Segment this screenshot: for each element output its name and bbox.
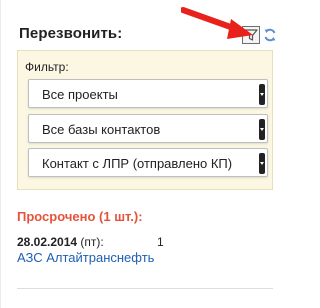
project-select-value: Все проекты bbox=[42, 87, 118, 102]
task-date: 28.02.2014 bbox=[17, 235, 78, 249]
chevron-down-icon bbox=[259, 153, 265, 174]
callback-widget: Перезвонить: Фильтр: Все проекты Все баз… bbox=[0, 0, 284, 308]
widget-title: Перезвонить: bbox=[19, 25, 123, 42]
contact-base-select-value: Все базы контактов bbox=[42, 122, 161, 137]
divider bbox=[17, 288, 273, 289]
refresh-button[interactable] bbox=[263, 27, 277, 43]
filter-label: Фильтр: bbox=[25, 60, 69, 74]
task-weekday: (пт): bbox=[77, 235, 104, 249]
project-select[interactable]: Все проекты bbox=[28, 79, 268, 108]
filter-panel: Фильтр: Все проекты Все базы контактов К… bbox=[17, 50, 273, 190]
chevron-down-icon bbox=[259, 119, 265, 140]
task-count: 1 bbox=[157, 235, 164, 249]
contact-status-select-value: Контакт с ЛПР (отправлено КП) bbox=[42, 156, 233, 171]
task-company-link[interactable]: АЗС Алтайтранснефть bbox=[17, 250, 154, 265]
contact-status-select[interactable]: Контакт с ЛПР (отправлено КП) bbox=[28, 148, 268, 177]
contact-base-select[interactable]: Все базы контактов bbox=[28, 114, 268, 143]
refresh-icon bbox=[263, 27, 277, 43]
chevron-down-icon bbox=[259, 84, 265, 105]
task-date-line: 28.02.2014 (пт): bbox=[17, 235, 104, 249]
red-arrow-annotation bbox=[181, 7, 253, 39]
overdue-heading: Просрочено (1 шт.): bbox=[17, 209, 143, 224]
